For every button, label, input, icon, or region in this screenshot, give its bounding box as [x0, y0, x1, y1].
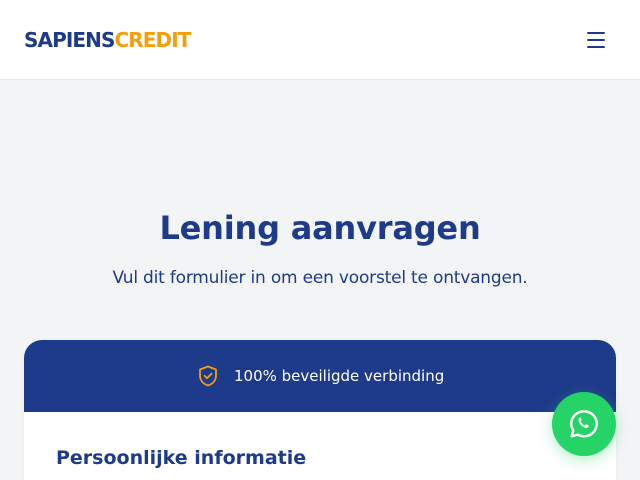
secure-connection-notice: 100% beveiligde verbinding — [196, 364, 444, 388]
page-subtitle: Vul dit formulier in om een voorstel te … — [112, 268, 528, 288]
whatsapp-button[interactable] — [552, 392, 616, 456]
site-header: SAPIENSCREDIT — [0, 0, 640, 80]
menu-line — [587, 46, 605, 48]
logo-text-credit: CREDIT — [114, 28, 192, 52]
loan-form-card: 100% beveiligde verbinding Persoonlijke … — [24, 340, 616, 480]
page-title: Lening aanvragen — [159, 209, 481, 247]
menu-line — [587, 32, 605, 34]
shield-check-icon — [199, 365, 217, 387]
site-logo[interactable]: SAPIENSCREDIT — [24, 27, 191, 53]
secure-connection-label: 100% beveiligde verbinding — [234, 367, 445, 385]
hamburger-menu-icon[interactable] — [582, 26, 610, 54]
section-title-personal-info: Persoonlijke informatie — [56, 447, 307, 469]
whatsapp-icon — [570, 410, 598, 438]
form-card-header: 100% beveiligde verbinding — [24, 340, 616, 412]
logo-text-sapiens: SAPIENS — [24, 28, 115, 52]
menu-line — [587, 39, 605, 41]
